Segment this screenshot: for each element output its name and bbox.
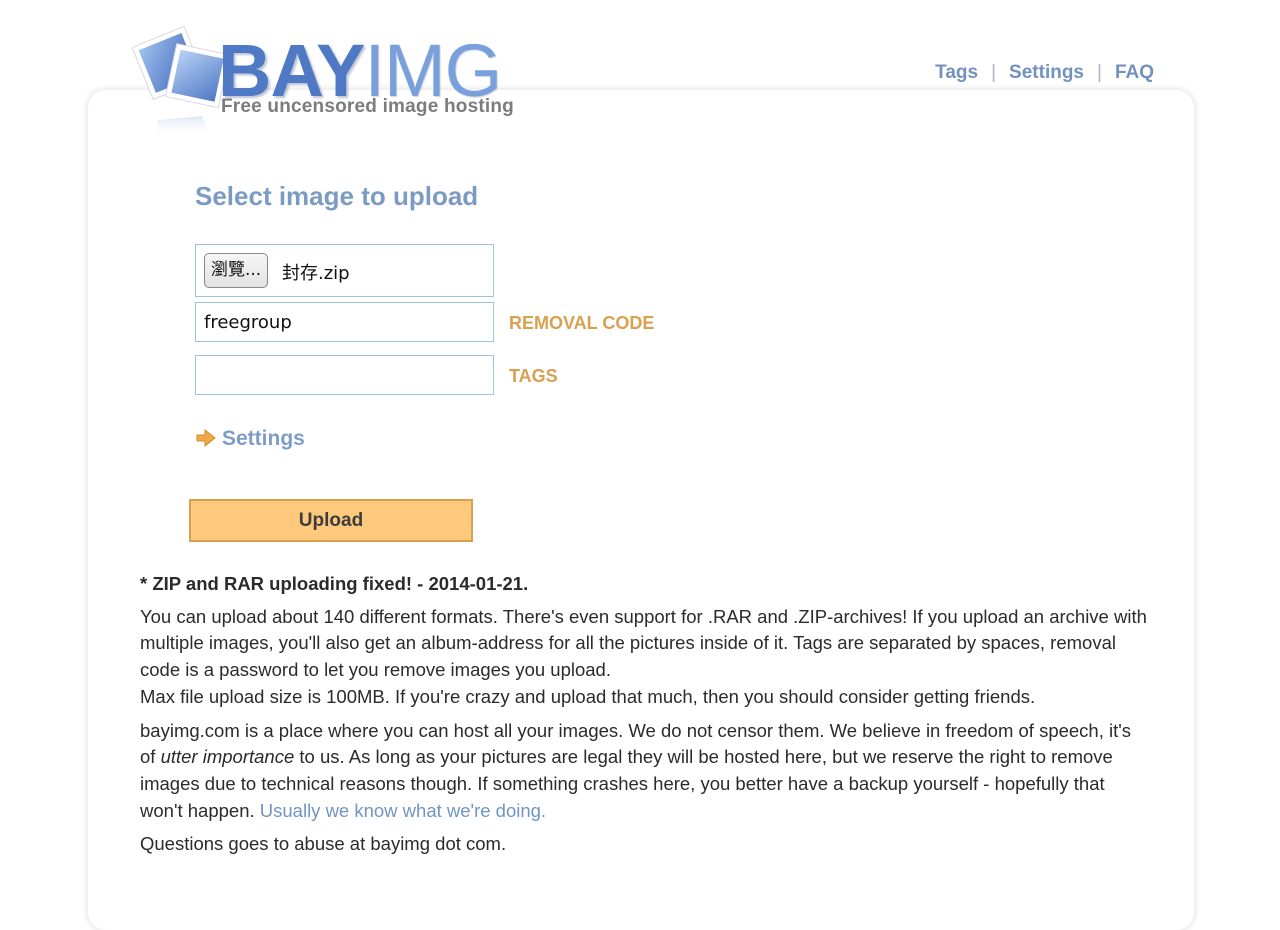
removal-code-input[interactable]	[196, 303, 493, 341]
browse-button[interactable]: 瀏覽...	[204, 253, 269, 288]
usually-we-know-link[interactable]: Usually we know what we're doing.	[260, 800, 546, 821]
removal-code-field[interactable]	[195, 302, 494, 342]
upload-button[interactable]: Upload	[189, 499, 473, 542]
about-text-emphasis: utter importance	[160, 746, 295, 768]
tags-label: TAGS	[509, 366, 558, 386]
nav-link-tags[interactable]: Tags	[935, 62, 978, 83]
info-section: * ZIP and RAR uploading fixed! - 2014-01…	[140, 571, 1150, 858]
settings-toggle-label: Settings	[222, 427, 305, 450]
logo-tagline: Free uncensored image hosting	[221, 96, 514, 117]
settings-toggle[interactable]: Settings	[196, 427, 305, 451]
tags-field[interactable]	[195, 355, 494, 395]
file-input[interactable]: 瀏覽... 封存.zip	[195, 244, 494, 297]
notice-text: * ZIP and RAR uploading fixed! - 2014-01…	[140, 573, 529, 594]
nav-separator: |	[1097, 62, 1102, 83]
nav-link-faq[interactable]: FAQ	[1115, 62, 1154, 83]
bayimg-logo[interactable]: BAYIMG Free uncensored image hosting	[132, 20, 552, 140]
orange-right-arrow-icon	[196, 428, 216, 448]
contact-paragraph: Questions goes to abuse at bayimg dot co…	[140, 833, 507, 855]
formats-paragraph: You can upload about 140 different forma…	[140, 605, 1147, 681]
max-size-paragraph: Max file upload size is 100MB. If you're…	[140, 685, 1036, 707]
about-paragraph: bayimg.com is a place where you can host…	[140, 718, 1150, 825]
removal-code-label: REMOVAL CODE	[509, 313, 655, 333]
selected-file-name: 封存.zip	[282, 263, 350, 284]
nav-separator: |	[991, 62, 997, 83]
tags-input[interactable]	[196, 356, 493, 394]
nav-link-settings[interactable]: Settings	[1009, 62, 1084, 83]
page-title: Select image to upload	[195, 181, 479, 211]
top-nav: Tags | Settings | FAQ	[935, 62, 1154, 84]
